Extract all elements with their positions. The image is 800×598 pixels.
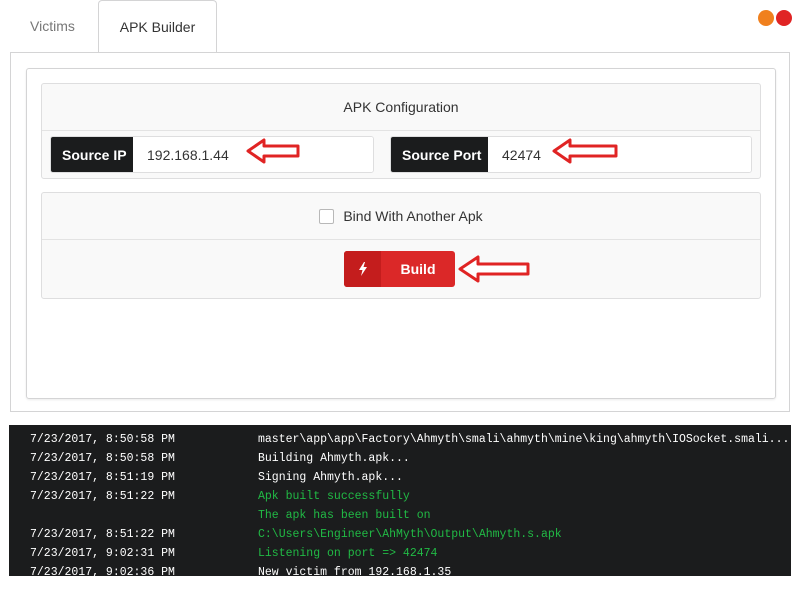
log-time: 7/23/2017, 8:50:58 PM — [30, 433, 175, 446]
build-button[interactable]: Build — [344, 251, 455, 287]
log-message: C:\Users\Engineer\AhMyth\Output\Ahmyth.s… — [258, 528, 562, 541]
log-time: 7/23/2017, 8:51:22 PM — [30, 490, 175, 503]
source-port-label: Source Port — [391, 137, 488, 172]
log-time: 7/23/2017, 8:50:58 PM — [30, 452, 175, 465]
tab-apk-builder[interactable]: APK Builder — [98, 0, 217, 53]
log-message: master\app\app\Factory\Ahmyth\smali\ahmy… — [258, 433, 790, 446]
log-message: Listening on port => 42474 — [258, 547, 438, 560]
log-message: The apk has been built on — [258, 509, 431, 522]
log-message: Building Ahmyth.apk... — [258, 452, 410, 465]
lightning-icon — [344, 251, 381, 287]
builder-card: APK Configuration Source IP Source Port … — [26, 68, 776, 399]
log-time: 7/23/2017, 8:51:22 PM — [30, 528, 175, 541]
build-segment: Bind With Another Apk Build — [41, 192, 761, 299]
log-message: New victim from 192.168.1.35 — [258, 566, 452, 576]
apk-configuration-header: APK Configuration — [42, 84, 760, 131]
source-ip-field: Source IP — [50, 136, 374, 173]
log-message: Apk built successfully — [258, 490, 410, 503]
arrow-icon — [458, 255, 530, 283]
apk-builder-panel: APK Configuration Source IP Source Port … — [10, 52, 790, 412]
bind-apk-checkbox[interactable] — [319, 208, 335, 224]
log-time: 7/23/2017, 9:02:36 PM — [30, 566, 175, 576]
source-ip-label: Source IP — [51, 137, 133, 172]
arrow-icon — [246, 138, 300, 164]
tab-victims[interactable]: Victims — [10, 0, 98, 52]
arrow-icon — [552, 138, 618, 164]
bind-apk-label[interactable]: Bind With Another Apk — [343, 208, 482, 224]
build-button-label: Build — [400, 261, 436, 277]
log-console[interactable]: 7/23/2017, 8:50:58 PM master\app\app\Fac… — [9, 425, 791, 576]
log-time: 7/23/2017, 9:02:31 PM — [30, 547, 175, 560]
apk-configuration-segment: APK Configuration Source IP Source Port — [41, 83, 761, 179]
bind-apk-row: Bind With Another Apk — [42, 193, 760, 240]
log-time: 7/23/2017, 8:51:19 PM — [30, 471, 175, 484]
tab-bar: Victims APK Builder — [10, 0, 790, 53]
log-message: Signing Ahmyth.apk... — [258, 471, 403, 484]
